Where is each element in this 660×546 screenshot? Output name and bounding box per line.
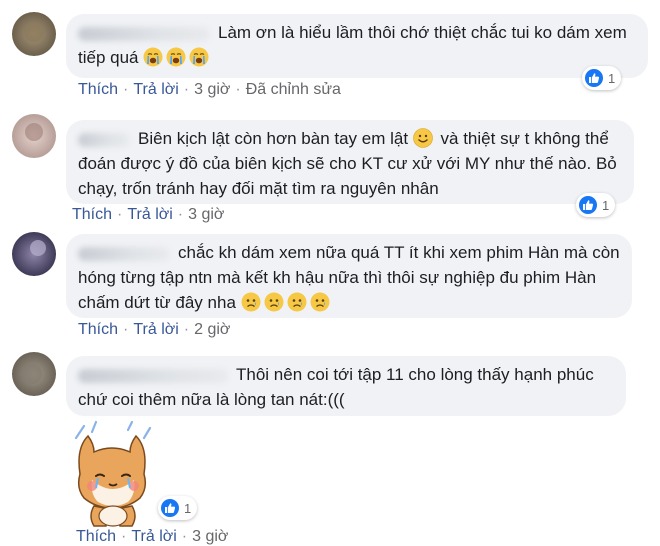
- timestamp[interactable]: 3 giờ: [192, 528, 228, 545]
- avatar-image: [12, 114, 56, 158]
- comment-bubble: Thôi nên coi tới tập 11 cho lòng thấy hạ…: [66, 356, 626, 416]
- reaction-number: 1: [184, 500, 192, 516]
- sad-face-emoji: [264, 292, 284, 312]
- avatar[interactable]: [12, 232, 56, 276]
- timestamp[interactable]: 2 giờ: [194, 321, 230, 338]
- like-icon: [164, 502, 176, 514]
- edited-label[interactable]: Đã chỉnh sửa: [246, 81, 341, 98]
- reply-link[interactable]: Trả lời: [131, 528, 176, 545]
- author-name[interactable]: [78, 368, 228, 383]
- timestamp[interactable]: 3 giờ: [188, 206, 224, 223]
- timestamp[interactable]: 3 giờ: [194, 81, 230, 98]
- crying-face-emoji: [166, 47, 186, 67]
- avatar-image: [12, 232, 56, 276]
- smiling-face-emoji: [413, 128, 433, 148]
- avatar-image: [12, 12, 56, 56]
- reply-link[interactable]: Trả lời: [133, 81, 178, 98]
- avatar[interactable]: [12, 12, 56, 56]
- crying-face-emoji: [189, 47, 209, 67]
- reaction-count[interactable]: 1: [158, 496, 198, 520]
- reaction-count[interactable]: 1: [582, 66, 622, 90]
- reaction-number: 1: [608, 70, 616, 86]
- comment-bubble: Làm ơn là hiểu lầm thôi chớ thiệt chắc t…: [66, 14, 648, 78]
- comment-actions: Thích · Trả lời · 3 giờ: [76, 528, 229, 545]
- comment-actions: Thích · Trả lời · 3 giờ: [72, 206, 225, 223]
- author-name[interactable]: [78, 132, 130, 147]
- like-link[interactable]: Thích: [76, 528, 116, 545]
- like-link[interactable]: Thích: [78, 321, 118, 338]
- comment-bubble: Biên kịch lật còn hơn bàn tay em lật và …: [66, 120, 634, 204]
- avatar[interactable]: [12, 352, 56, 396]
- avatar-image: [12, 352, 56, 396]
- author-name[interactable]: [78, 26, 210, 41]
- sad-face-emoji: [241, 292, 261, 312]
- sad-face-emoji: [310, 292, 330, 312]
- like-link[interactable]: Thích: [72, 206, 112, 223]
- crying-face-emoji: [143, 47, 163, 67]
- reply-link[interactable]: Trả lời: [133, 321, 178, 338]
- crying-dog-sticker[interactable]: [68, 420, 158, 535]
- reaction-number: 1: [602, 197, 610, 213]
- like-icon: [588, 72, 600, 84]
- like-link[interactable]: Thích: [78, 81, 118, 98]
- comment-text: Biên kịch lật còn hơn bàn tay em lật: [138, 129, 409, 148]
- sad-face-emoji: [287, 292, 307, 312]
- comment-actions: Thích · Trả lời · 3 giờ · Đã chỉnh sửa: [78, 81, 341, 98]
- comment-actions: Thích · Trả lời · 2 giờ: [78, 321, 231, 338]
- avatar[interactable]: [12, 114, 56, 158]
- comment-bubble: chắc kh dám xem nữa quá TT ít khi xem ph…: [66, 234, 632, 318]
- reply-link[interactable]: Trả lời: [127, 206, 172, 223]
- like-icon: [582, 199, 594, 211]
- author-name[interactable]: [78, 246, 170, 261]
- reaction-count[interactable]: 1: [576, 193, 616, 217]
